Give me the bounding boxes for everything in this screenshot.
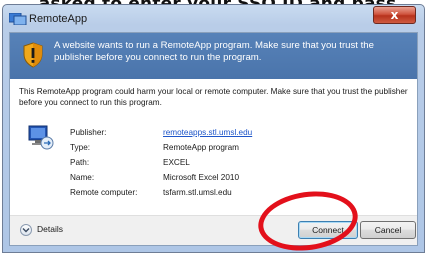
close-button[interactable]: x bbox=[373, 6, 416, 24]
chevron-down-icon bbox=[20, 224, 32, 236]
cancel-button[interactable]: Cancel bbox=[360, 221, 416, 239]
detail-value: tsfarm.stl.umsl.edu bbox=[163, 188, 232, 197]
banner-message: A website wants to run a RemoteApp progr… bbox=[54, 40, 374, 63]
warning-banner: A website wants to run a RemoteApp progr… bbox=[10, 33, 417, 79]
warning-message: This RemoteApp program could harm your l… bbox=[19, 87, 408, 107]
detail-label: Name: bbox=[70, 173, 95, 182]
detail-value: RemoteApp program bbox=[163, 143, 239, 152]
detail-label: Remote computer: bbox=[70, 188, 138, 197]
close-icon: x bbox=[390, 8, 399, 22]
detail-label: Publisher: bbox=[70, 128, 107, 137]
detail-value: EXCEL bbox=[163, 158, 190, 167]
details-label: Details bbox=[37, 224, 63, 234]
window-title: RemoteApp bbox=[29, 13, 88, 25]
computer-icon bbox=[28, 125, 54, 150]
shield-warning-icon bbox=[23, 42, 43, 68]
publisher-link[interactable]: remoteapps.stl.umsl.edu bbox=[163, 128, 252, 137]
detail-label: Type: bbox=[70, 143, 91, 152]
remoteapp-icon bbox=[9, 13, 27, 25]
remoteapp-dialog: RemoteApp x A website wants to run a Rem… bbox=[2, 4, 425, 253]
detail-value: Microsoft Excel 2010 bbox=[163, 173, 239, 182]
detail-label: Path: bbox=[70, 158, 90, 167]
title-bar[interactable]: RemoteApp x bbox=[3, 5, 424, 31]
details-toggle[interactable]: Details bbox=[20, 224, 100, 238]
